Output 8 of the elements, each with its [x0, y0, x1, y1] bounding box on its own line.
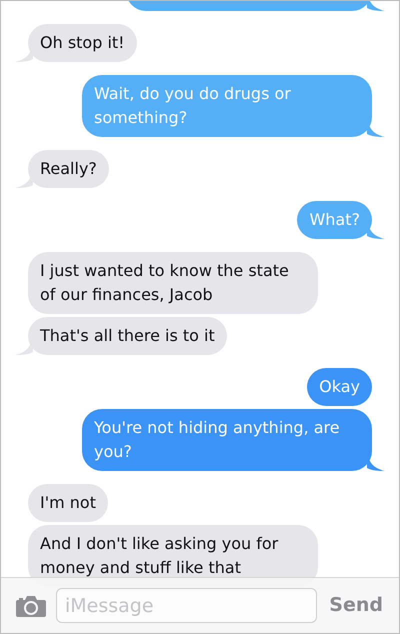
camera-icon[interactable] [16, 594, 46, 616]
message-input-field[interactable]: iMessage [56, 588, 318, 623]
message-bubble: I'm not [28, 484, 108, 522]
message-bubble: You're not hiding anything, are you? [82, 409, 372, 471]
message-bubble: Wait, do you do drugs or something? [82, 75, 372, 137]
message-bubble: Okay [307, 368, 372, 406]
send-button[interactable]: Send [327, 591, 385, 620]
message-bubble: I just wanted to know the state of our finances, Jacob [28, 252, 318, 314]
